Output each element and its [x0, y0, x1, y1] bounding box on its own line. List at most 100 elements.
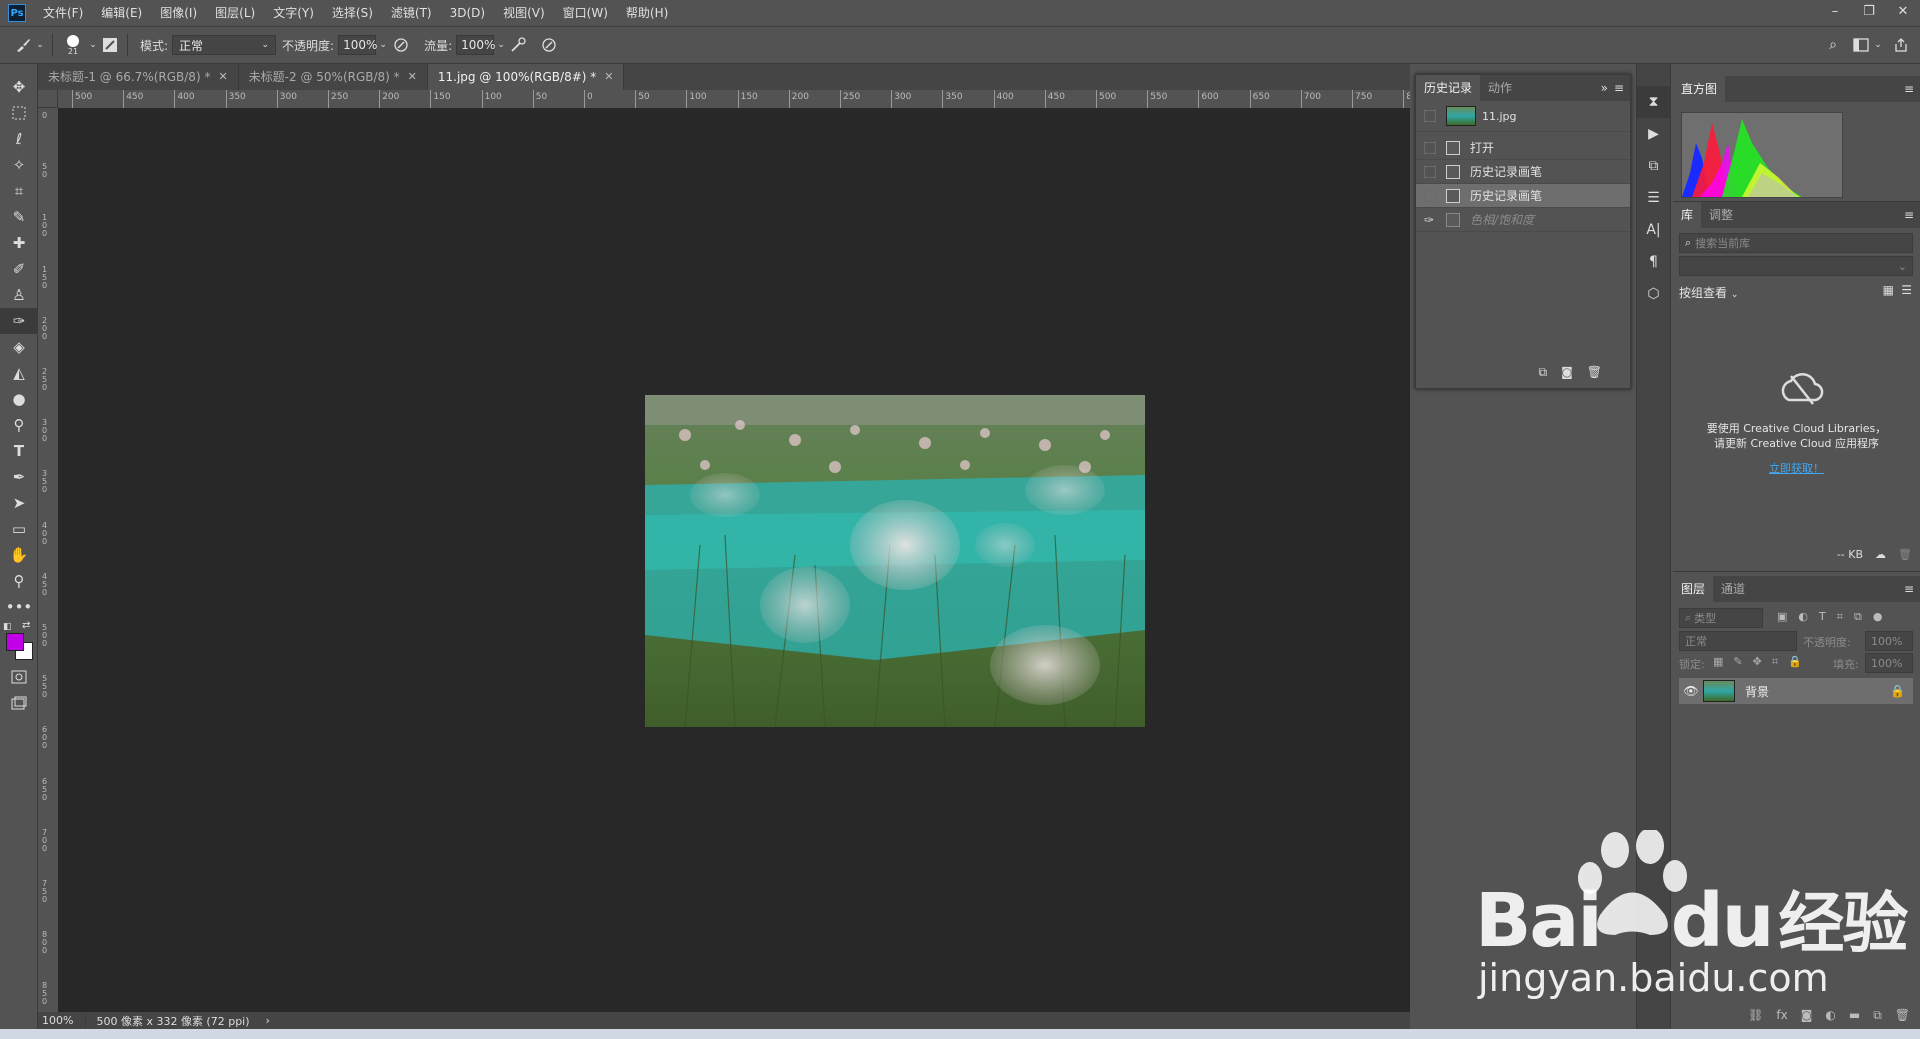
restore-icon[interactable]: ❐ — [1852, 0, 1886, 22]
more-tools-icon[interactable]: ••• — [0, 594, 38, 620]
history-source-checkbox[interactable] — [1424, 189, 1436, 202]
menu-type[interactable]: 文字(Y) — [264, 0, 323, 26]
fill-input[interactable]: 100% — [1865, 653, 1913, 673]
pen-tool-icon[interactable]: ✒ — [0, 464, 38, 490]
grid-view-icon[interactable]: ▦ — [1883, 283, 1894, 297]
chevron-down-icon[interactable]: ⌄ — [1872, 34, 1884, 56]
chevron-down-icon[interactable]: ⌄ — [494, 34, 508, 56]
zoom-tool-icon[interactable]: ⚲ — [0, 568, 38, 594]
rectangle-tool-icon[interactable]: ▭ — [0, 516, 38, 542]
marquee-tool-icon[interactable] — [0, 100, 38, 126]
lock-transparent-icon[interactable]: ▦ — [1713, 655, 1723, 669]
filter-shape-icon[interactable]: ⌗ — [1837, 610, 1843, 624]
ruler-vertical[interactable]: 0 50 100 150 200 250 300 350 400 450 500 550 600 650 7… — [38, 108, 59, 1012]
filter-smart-object-icon[interactable]: ⧉ — [1854, 610, 1862, 624]
ruler-horizontal[interactable]: 500 450 400 350 300 250 200 150 100 50 0 50 100 150 20… — [58, 90, 1410, 109]
brush-panel-icon[interactable]: ☰ — [1637, 182, 1670, 214]
chevron-down-icon[interactable]: ⌄ — [376, 34, 390, 56]
close-icon[interactable]: ✕ — [218, 64, 227, 90]
document-info[interactable]: 500 像素 x 332 像素 (72 ppi) — [86, 1013, 259, 1029]
3d-panel-icon[interactable]: ⬡ — [1637, 278, 1670, 310]
doc-tab-untitled-1[interactable]: 未标题-1 @ 66.7%(RGB/8) * ✕ — [38, 64, 239, 90]
dodge-tool-icon[interactable]: ⚲ — [0, 412, 38, 438]
properties-panel-icon[interactable]: ⧉ — [1637, 150, 1670, 182]
new-document-from-state-icon[interactable]: ⧉ — [1539, 365, 1548, 380]
brush-preview[interactable]: 21 — [59, 34, 87, 56]
layer-row-background[interactable]: 👁 背景 🔒 — [1679, 678, 1913, 704]
filter-pixel-icon[interactable]: ▣ — [1777, 610, 1787, 624]
group-view-dropdown[interactable]: 按组查看 ⌄ — [1679, 284, 1738, 301]
eraser-tool-icon[interactable]: ◈ — [0, 334, 38, 360]
tab-histogram[interactable]: 直方图 — [1673, 76, 1726, 102]
menu-layer[interactable]: 图层(L) — [206, 0, 264, 26]
pressure-opacity-icon[interactable] — [390, 34, 412, 56]
healing-brush-tool-icon[interactable]: ✚ — [0, 230, 38, 256]
filter-toggle-icon[interactable]: ● — [1873, 610, 1883, 624]
close-icon[interactable]: ✕ — [1886, 0, 1920, 22]
filter-adjustment-icon[interactable]: ◐ — [1798, 610, 1808, 624]
collapse-icon[interactable]: » — [1601, 81, 1608, 95]
list-view-icon[interactable]: ☰ — [1901, 283, 1912, 297]
tab-libraries[interactable]: 库 — [1673, 202, 1702, 228]
close-icon[interactable]: ✕ — [604, 64, 613, 90]
brush-tool-icon[interactable]: ✐ — [0, 256, 38, 282]
actions-panel-icon[interactable]: ▶ — [1637, 118, 1670, 150]
paint-bucket-tool-icon[interactable]: ◭ — [0, 360, 38, 386]
menu-3d[interactable]: 3D(D) — [441, 0, 494, 26]
menu-select[interactable]: 选择(S) — [323, 0, 382, 26]
history-source-checkbox[interactable] — [1424, 141, 1436, 154]
history-snapshot[interactable]: 11.jpg — [1416, 101, 1630, 132]
move-tool-icon[interactable]: ✥ — [0, 74, 38, 100]
snapshot-camera-icon[interactable]: ◙ — [1561, 365, 1573, 379]
tab-layers[interactable]: 图层 — [1673, 576, 1714, 602]
chevron-down-icon[interactable]: ⌄ — [34, 34, 46, 56]
canvas-area[interactable] — [58, 108, 1410, 1012]
blur-tool-icon[interactable]: ● — [0, 386, 38, 412]
path-selection-tool-icon[interactable]: ➤ — [0, 490, 38, 516]
lock-pixels-icon[interactable]: ✎ — [1733, 655, 1742, 669]
tab-actions[interactable]: 动作 — [1480, 75, 1520, 101]
filter-type-icon[interactable]: T — [1819, 610, 1826, 624]
trash-icon[interactable]: 🗑 — [1587, 365, 1602, 379]
document-image[interactable] — [645, 395, 1145, 727]
menu-window[interactable]: 窗口(W) — [554, 0, 617, 26]
close-icon[interactable]: ✕ — [408, 64, 417, 90]
history-brush-source-icon[interactable]: ✑ — [1424, 213, 1436, 227]
menu-edit[interactable]: 编辑(E) — [92, 0, 151, 26]
panel-menu-icon[interactable]: ≡ — [1904, 582, 1914, 596]
history-step[interactable]: 历史记录画笔 — [1416, 160, 1630, 184]
panel-menu-icon[interactable]: ≡ — [1614, 81, 1624, 95]
trash-icon[interactable]: 🗑 — [1898, 548, 1912, 561]
quick-mask-icon[interactable] — [0, 664, 38, 690]
layer-kind-filter[interactable]: ⌕ 类型 — [1679, 608, 1763, 628]
panel-menu-icon[interactable]: ≡ — [1904, 82, 1914, 96]
character-panel-icon[interactable]: A| — [1637, 214, 1670, 246]
opacity-input[interactable]: 100% — [338, 35, 377, 55]
visibility-eye-icon[interactable]: 👁 — [1679, 684, 1703, 698]
airbrush-icon[interactable] — [508, 34, 530, 56]
history-brush-preset-icon[interactable] — [12, 34, 34, 56]
library-search-input[interactable]: ⌕ 搜索当前库 — [1679, 233, 1913, 253]
mode-select[interactable]: 正常 ⌄ — [172, 35, 277, 55]
type-tool-icon[interactable]: T — [0, 438, 38, 464]
clone-stamp-tool-icon[interactable]: ♙ — [0, 282, 38, 308]
library-select[interactable]: ⌄ — [1679, 256, 1913, 276]
chevron-down-icon[interactable]: ⌄ — [87, 34, 99, 56]
lock-position-icon[interactable]: ✥ — [1753, 655, 1762, 669]
doc-tab-untitled-2[interactable]: 未标题-2 @ 50%(RGB/8) * ✕ — [239, 64, 428, 90]
menu-filter[interactable]: 滤镜(T) — [382, 0, 441, 26]
doc-tab-11jpg[interactable]: 11.jpg @ 100%(RGB/8#) * ✕ — [427, 64, 625, 90]
flow-input[interactable]: 100% — [456, 35, 495, 55]
screen-mode-icon[interactable] — [0, 690, 38, 716]
history-step[interactable]: ✑ 色相/饱和度 — [1416, 208, 1630, 232]
pressure-size-icon[interactable] — [538, 34, 560, 56]
tab-adjustments[interactable]: 调整 — [1701, 202, 1741, 228]
paragraph-panel-icon[interactable]: ¶ — [1637, 246, 1670, 278]
menu-help[interactable]: 帮助(H) — [617, 0, 677, 26]
share-icon[interactable] — [1890, 34, 1912, 56]
default-colors-icon[interactable]: ◧ — [3, 622, 12, 632]
layer-opacity-input[interactable]: 100% — [1865, 631, 1913, 651]
minimize-icon[interactable]: – — [1818, 0, 1852, 22]
foreground-color-swatch[interactable] — [6, 633, 24, 651]
workspace-icon[interactable] — [1850, 34, 1872, 56]
